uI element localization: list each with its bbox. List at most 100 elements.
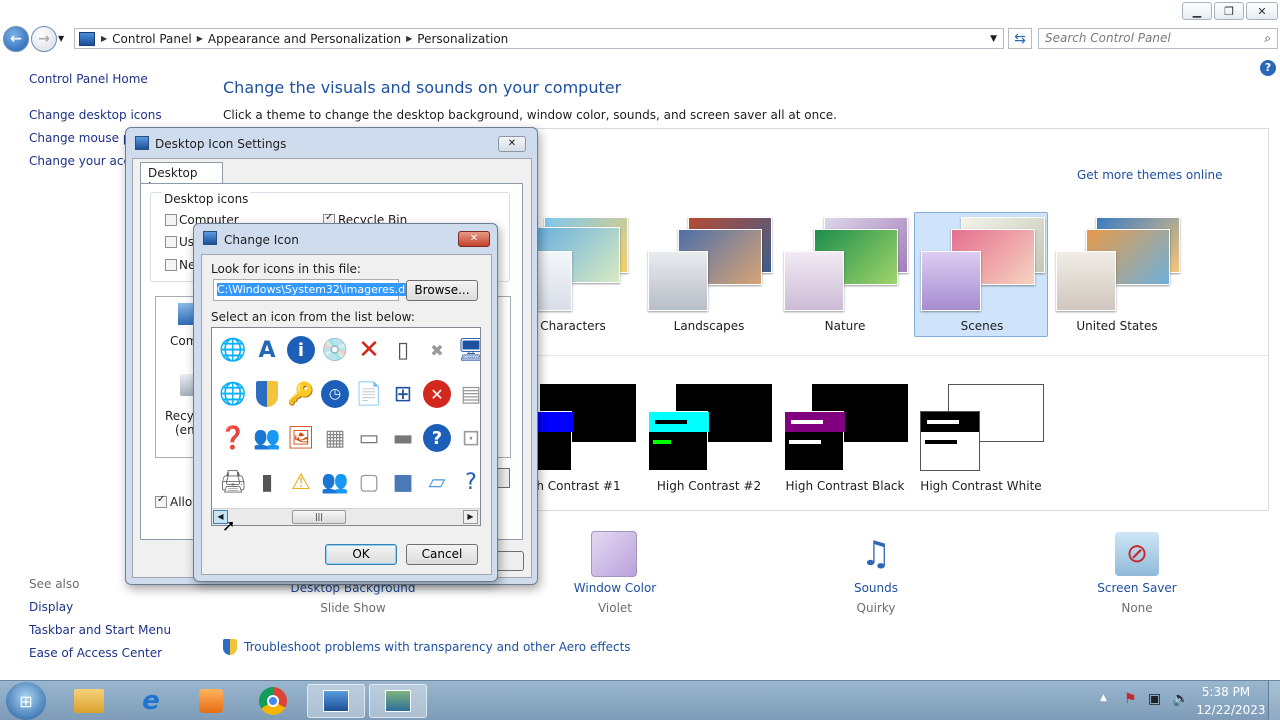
volume-icon[interactable]: 🔈 — [1172, 691, 1189, 707]
action-center-icon[interactable]: ⚑ — [1124, 691, 1137, 707]
screen-resize-icon[interactable]: ⊞ — [387, 378, 419, 410]
text-file-icon[interactable]: ▤ — [455, 378, 480, 410]
breadcrumb-personalization[interactable]: Personalization — [417, 32, 508, 46]
tablet-icon[interactable]: ▱ — [421, 466, 453, 498]
refresh-button[interactable]: ⇆ — [1008, 28, 1032, 49]
theme-landscapes[interactable]: Landscapes — [642, 213, 776, 338]
minimize-button[interactable]: ▁ — [1182, 2, 1212, 20]
scroll-right-icon[interactable]: ▶ — [463, 510, 478, 524]
browse-button[interactable]: Browse... — [406, 280, 478, 301]
key-icon[interactable]: 🔑 — [285, 378, 317, 410]
horizontal-scrollbar[interactable]: ◀ ||| ▶ — [212, 508, 480, 525]
shield-icon[interactable] — [251, 378, 283, 410]
printer-icon[interactable]: 🖨 — [217, 466, 249, 498]
disc-icon[interactable]: 💿 — [319, 334, 351, 366]
scroll-thumb[interactable]: ||| — [292, 510, 346, 524]
mobile-device-icon[interactable]: ▯ — [387, 334, 419, 366]
taskbar-desktop-icon-settings[interactable] — [369, 684, 427, 718]
taskbar-start-menu-link[interactable]: Taskbar and Start Menu — [29, 623, 171, 637]
users-files-checkbox[interactable] — [165, 236, 177, 248]
taskbar-control-panel[interactable] — [307, 684, 365, 718]
disk-drive-icon[interactable]: ▬ — [387, 422, 419, 454]
taskbar-chrome[interactable] — [244, 684, 302, 718]
tab-desktop-icons[interactable]: Desktop Icons — [140, 162, 223, 194]
breadcrumb-appearance[interactable]: Appearance and Personalization — [208, 32, 401, 46]
show-desktop-button[interactable] — [1268, 681, 1280, 720]
network-icon[interactable]: ▣ — [1148, 691, 1161, 707]
icon-file-input[interactable]: C:\Windows\System32\imageres.dll — [213, 279, 412, 301]
network-globe-icon[interactable]: 🌐 — [217, 378, 249, 410]
address-bar[interactable]: ▶ Control Panel ▶ Appearance and Persona… — [74, 28, 1004, 49]
clock-date[interactable]: 12/22/2023 — [1196, 703, 1266, 717]
clock-time[interactable]: 5:38 PM — [1196, 685, 1256, 699]
error-icon[interactable]: ✕ — [421, 378, 453, 410]
ease-of-access-link[interactable]: Ease of Access Center — [29, 646, 162, 660]
users-icon[interactable]: 👥 — [319, 466, 351, 498]
dialog-close-button[interactable]: ✕ — [498, 136, 526, 152]
troubleshoot-link[interactable]: Troubleshoot problems with transparency … — [244, 640, 631, 654]
theme-high-contrast-2[interactable]: High Contrast #2 — [642, 383, 776, 498]
computer-tower-icon[interactable]: ▮ — [251, 466, 283, 498]
taskbar-internet-explorer[interactable]: e — [122, 684, 180, 718]
cancel-button[interactable]: Cancel — [406, 544, 478, 565]
close-button[interactable]: ✕ — [1246, 2, 1278, 20]
icon-list[interactable]: 🌐 A i 💿 ✕ ▯ ✖ 🖥 🌐 🔑 ◷ 📄 ⊞ ✕ ▤ ❓ 👥 🖼 ▦ ▭ … — [211, 327, 481, 526]
recent-pages-chevron-icon[interactable]: ▼ — [58, 34, 64, 43]
monitor-icon[interactable]: 🖥 — [455, 334, 480, 366]
pictures-icon[interactable]: 🖼 — [285, 422, 317, 454]
warning-icon[interactable]: ⚠ — [285, 466, 317, 498]
blue-panel-icon[interactable]: ■ — [387, 466, 419, 498]
screen-saver-link[interactable]: Screen Saver — [1067, 581, 1207, 595]
theme-high-contrast-black[interactable]: High Contrast Black — [778, 383, 912, 498]
window-color-link[interactable]: Window Color — [545, 581, 685, 595]
help-icon[interactable]: ? — [1260, 60, 1276, 76]
control-panel-icon — [79, 31, 95, 46]
users-icon[interactable]: 👥 — [251, 422, 283, 454]
small-x-icon[interactable]: ✖ — [421, 334, 453, 366]
theme-high-contrast-white[interactable]: High Contrast White — [914, 383, 1048, 498]
forward-button[interactable]: → — [31, 26, 57, 52]
back-button[interactable]: ← — [3, 26, 29, 52]
get-more-themes-link[interactable]: Get more themes online — [1077, 168, 1223, 182]
dialog-close-button[interactable]: ✕ — [458, 231, 490, 247]
clock-icon[interactable]: ◷ — [319, 378, 351, 410]
document-icon[interactable]: 📄 — [353, 378, 385, 410]
theme-scenes[interactable]: Scenes — [914, 212, 1048, 337]
taskbar-media-player[interactable] — [182, 684, 240, 718]
delete-x-icon[interactable]: ✕ — [353, 334, 385, 366]
change-desktop-icons-link[interactable]: Change desktop icons — [29, 108, 162, 122]
change-account-picture-link[interactable]: Change your acco — [29, 154, 137, 168]
folder-icon — [74, 689, 104, 713]
theme-united-states[interactable]: United States — [1050, 213, 1184, 338]
show-hidden-icons-icon[interactable]: ▲ — [1100, 693, 1107, 703]
network-globe-icon[interactable]: 🌐 — [217, 334, 249, 366]
help-network-icon[interactable]: ❓ — [217, 422, 249, 454]
taskbar-explorer[interactable] — [60, 684, 118, 718]
ok-button[interactable]: OK — [325, 544, 397, 565]
control-panel-home-link[interactable]: Control Panel Home — [29, 72, 148, 86]
computer-checkbox[interactable] — [165, 214, 177, 226]
theme-nature[interactable]: Nature — [778, 213, 912, 338]
help-shield-icon[interactable]: ? — [455, 466, 480, 498]
apply-button-edge[interactable] — [496, 551, 524, 571]
drive-icon[interactable]: ▭ — [353, 422, 385, 454]
change-mouse-pointers-link[interactable]: Change mouse po — [29, 131, 138, 145]
sounds-link[interactable]: Sounds — [806, 581, 946, 595]
screen-saver-icon: ⊘ — [1115, 532, 1159, 576]
allow-themes-checkbox[interactable]: ✓ — [155, 494, 167, 508]
window-color-icon — [591, 531, 637, 577]
network-checkbox[interactable] — [165, 259, 177, 271]
address-dropdown-icon[interactable]: ▼ — [990, 34, 997, 44]
storage-icon[interactable]: ▦ — [319, 422, 351, 454]
start-button[interactable]: ⊞ — [6, 682, 46, 720]
window-frame-icon[interactable]: ▢ — [353, 466, 385, 498]
search-input[interactable]: Search Control Panel ⌕ — [1038, 28, 1278, 49]
restore-default-button-edge[interactable] — [496, 468, 510, 488]
presentation-icon[interactable]: ⊡ — [455, 422, 480, 454]
info-icon[interactable]: i — [285, 334, 317, 366]
fonts-a-icon[interactable]: A — [251, 334, 283, 366]
display-link[interactable]: Display — [29, 600, 73, 614]
breadcrumb-control-panel[interactable]: Control Panel — [112, 32, 192, 46]
maximize-button[interactable]: ❐ — [1214, 2, 1244, 20]
help-icon[interactable]: ? — [421, 422, 453, 454]
